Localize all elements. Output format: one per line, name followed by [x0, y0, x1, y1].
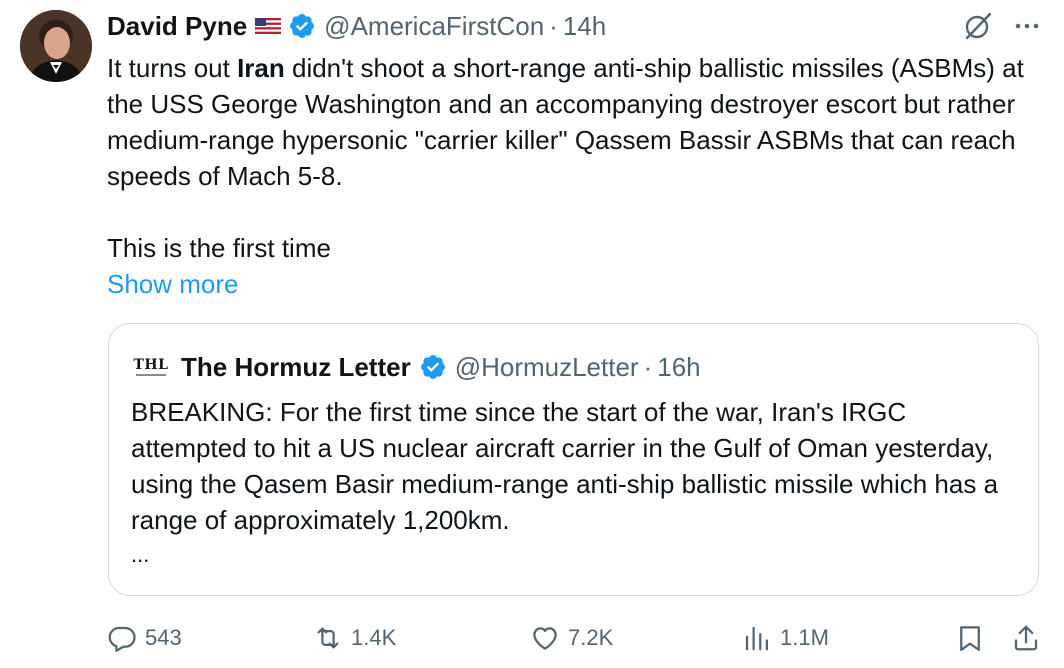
tweet-body: It turns out Iran didn't shoot a short-r…: [107, 50, 1037, 302]
retweet-count: 1.4K: [351, 625, 397, 650]
more-icon[interactable]: [1012, 11, 1042, 41]
bookmark-button[interactable]: [955, 618, 985, 658]
retweet-icon: [317, 627, 339, 649]
verified-icon[interactable]: [288, 12, 316, 40]
verified-icon[interactable]: [419, 353, 447, 381]
reply-button[interactable]: 543: [107, 618, 182, 658]
retweet-button[interactable]: 1.4K: [313, 618, 396, 658]
author-name[interactable]: David Pyne: [107, 11, 247, 42]
quote-header: THL The Hormuz Letter @HormuzLetter · 16…: [133, 348, 701, 386]
quoted-tweet[interactable]: THL The Hormuz Letter @HormuzLetter · 16…: [108, 323, 1039, 596]
tweet-paragraph-2: This is the first time: [107, 233, 331, 263]
top-actions: [962, 10, 1042, 42]
share-icon: [1014, 625, 1038, 651]
share-button[interactable]: [1011, 618, 1041, 658]
separator-dot: ·: [549, 10, 558, 41]
show-more-link[interactable]: Show more: [107, 266, 239, 302]
like-button[interactable]: 7.2K: [530, 618, 613, 658]
author-handle[interactable]: @AmericaFirstCon: [324, 11, 544, 42]
like-icon: [533, 627, 557, 650]
views-count: 1.1M: [780, 625, 829, 650]
grok-icon[interactable]: [962, 10, 994, 42]
quote-logo-text: THL: [133, 357, 169, 373]
quote-timestamp[interactable]: 16h: [657, 352, 700, 383]
tweet-text-bold[interactable]: Iran: [237, 53, 285, 83]
reply-count: 543: [145, 625, 182, 650]
tweet-header: David Pyne @AmericaFirstCon · 14h: [107, 8, 606, 44]
like-count: 7.2K: [568, 625, 614, 650]
avatar[interactable]: [20, 10, 92, 82]
us-flag-icon: [255, 18, 282, 34]
views-button[interactable]: 1.1M: [742, 618, 829, 658]
timestamp[interactable]: 14h: [563, 11, 606, 42]
quote-ellipsis: ...: [131, 542, 150, 567]
tweet-text-prefix: It turns out: [107, 53, 238, 83]
tweet-paragraph-1: It turns out Iran didn't shoot a short-r…: [107, 50, 1037, 194]
separator-dot: ·: [643, 351, 653, 382]
bookmark-icon: [960, 626, 980, 651]
quote-body: BREAKING: For the first time since the s…: [131, 397, 999, 535]
action-bar: 543 1.4K 7.2K 1.1M: [107, 618, 1039, 658]
reply-icon: [108, 626, 136, 652]
quote-author-handle[interactable]: @HormuzLetter: [455, 352, 639, 383]
views-icon: [745, 626, 768, 651]
quote-author-name[interactable]: The Hormuz Letter: [181, 352, 411, 383]
tweet[interactable]: David Pyne @AmericaFirstCon · 14h It tur…: [0, 0, 1064, 668]
quote-avatar[interactable]: THL: [133, 352, 169, 382]
